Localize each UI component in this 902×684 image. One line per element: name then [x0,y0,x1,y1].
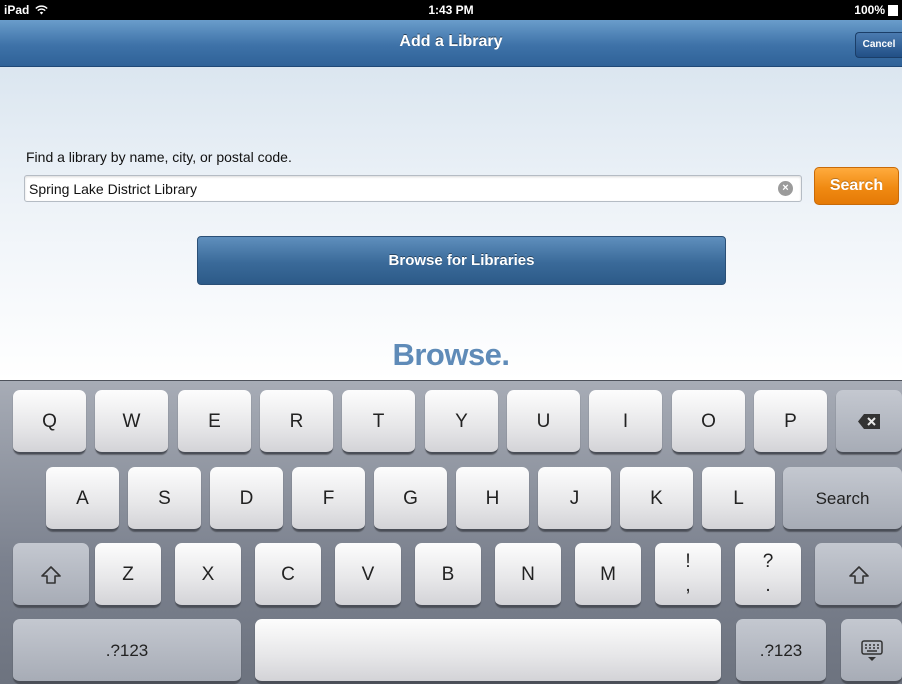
delete-key[interactable] [836,390,902,454]
browse-background-text: Browse. [392,337,510,372]
page-title: Add a Library [399,33,503,50]
numbers-left-key[interactable]: .?123 [13,619,241,683]
key-q[interactable]: Q [13,390,86,454]
key-h[interactable]: H [456,467,529,531]
shift-icon [41,566,61,584]
search-return-key[interactable]: Search [783,467,902,531]
shift-left-key[interactable] [13,543,89,607]
key-c[interactable]: C [255,543,321,607]
battery-icon [888,4,898,16]
key-t[interactable]: T [342,390,415,454]
key-d[interactable]: D [210,467,283,531]
key-exclaim-comma[interactable]: ! , [655,543,721,607]
onscreen-keyboard: Q W E R T Y U I O P A S D F G H J K L Se… [0,380,902,684]
key-bottom-char: , [685,575,691,596]
key-x[interactable]: X [175,543,241,607]
library-search-input[interactable] [29,176,769,201]
key-r[interactable]: R [260,390,333,454]
navigation-bar: Add a Library Cancel [0,20,902,67]
cancel-button[interactable]: Cancel [855,32,902,58]
delete-icon [858,414,880,430]
key-g[interactable]: G [374,467,447,531]
key-j[interactable]: J [538,467,611,531]
key-top-char: ! [685,551,691,572]
key-z[interactable]: Z [95,543,161,607]
key-bottom-char: . [765,575,771,596]
library-search-field[interactable]: × [24,175,802,202]
key-n[interactable]: N [495,543,561,607]
key-w[interactable]: W [95,390,168,454]
key-y[interactable]: Y [425,390,498,454]
key-f[interactable]: F [292,467,365,531]
key-v[interactable]: V [335,543,401,607]
key-top-char: ? [762,551,774,572]
clear-icon[interactable]: × [778,181,793,196]
space-key[interactable] [255,619,721,683]
status-time: 1:43 PM [428,3,474,17]
key-a[interactable]: A [46,467,119,531]
key-question-period[interactable]: ? . [735,543,801,607]
keyboard-dismiss-icon [860,640,883,661]
key-i[interactable]: I [589,390,662,454]
key-u[interactable]: U [507,390,580,454]
numbers-right-key[interactable]: .?123 [736,619,826,683]
status-right: 100% [854,3,898,17]
browse-libraries-button[interactable]: Browse for Libraries [197,236,726,285]
main-content: Find a library by name, city, or postal … [0,67,902,380]
key-s[interactable]: S [128,467,201,531]
key-o[interactable]: O [672,390,745,454]
key-p[interactable]: P [754,390,827,454]
key-l[interactable]: L [702,467,775,531]
search-prompt: Find a library by name, city, or postal … [26,149,292,165]
status-bar: iPad 1:43 PM 100% [0,0,902,20]
key-m[interactable]: M [575,543,641,607]
key-b[interactable]: B [415,543,481,607]
dismiss-keyboard-key[interactable] [841,619,902,683]
shift-right-key[interactable] [815,543,902,607]
shift-icon [848,566,869,584]
key-k[interactable]: K [620,467,693,531]
key-e[interactable]: E [178,390,251,454]
battery-percent: 100% [854,3,885,17]
search-button[interactable]: Search [814,167,899,205]
